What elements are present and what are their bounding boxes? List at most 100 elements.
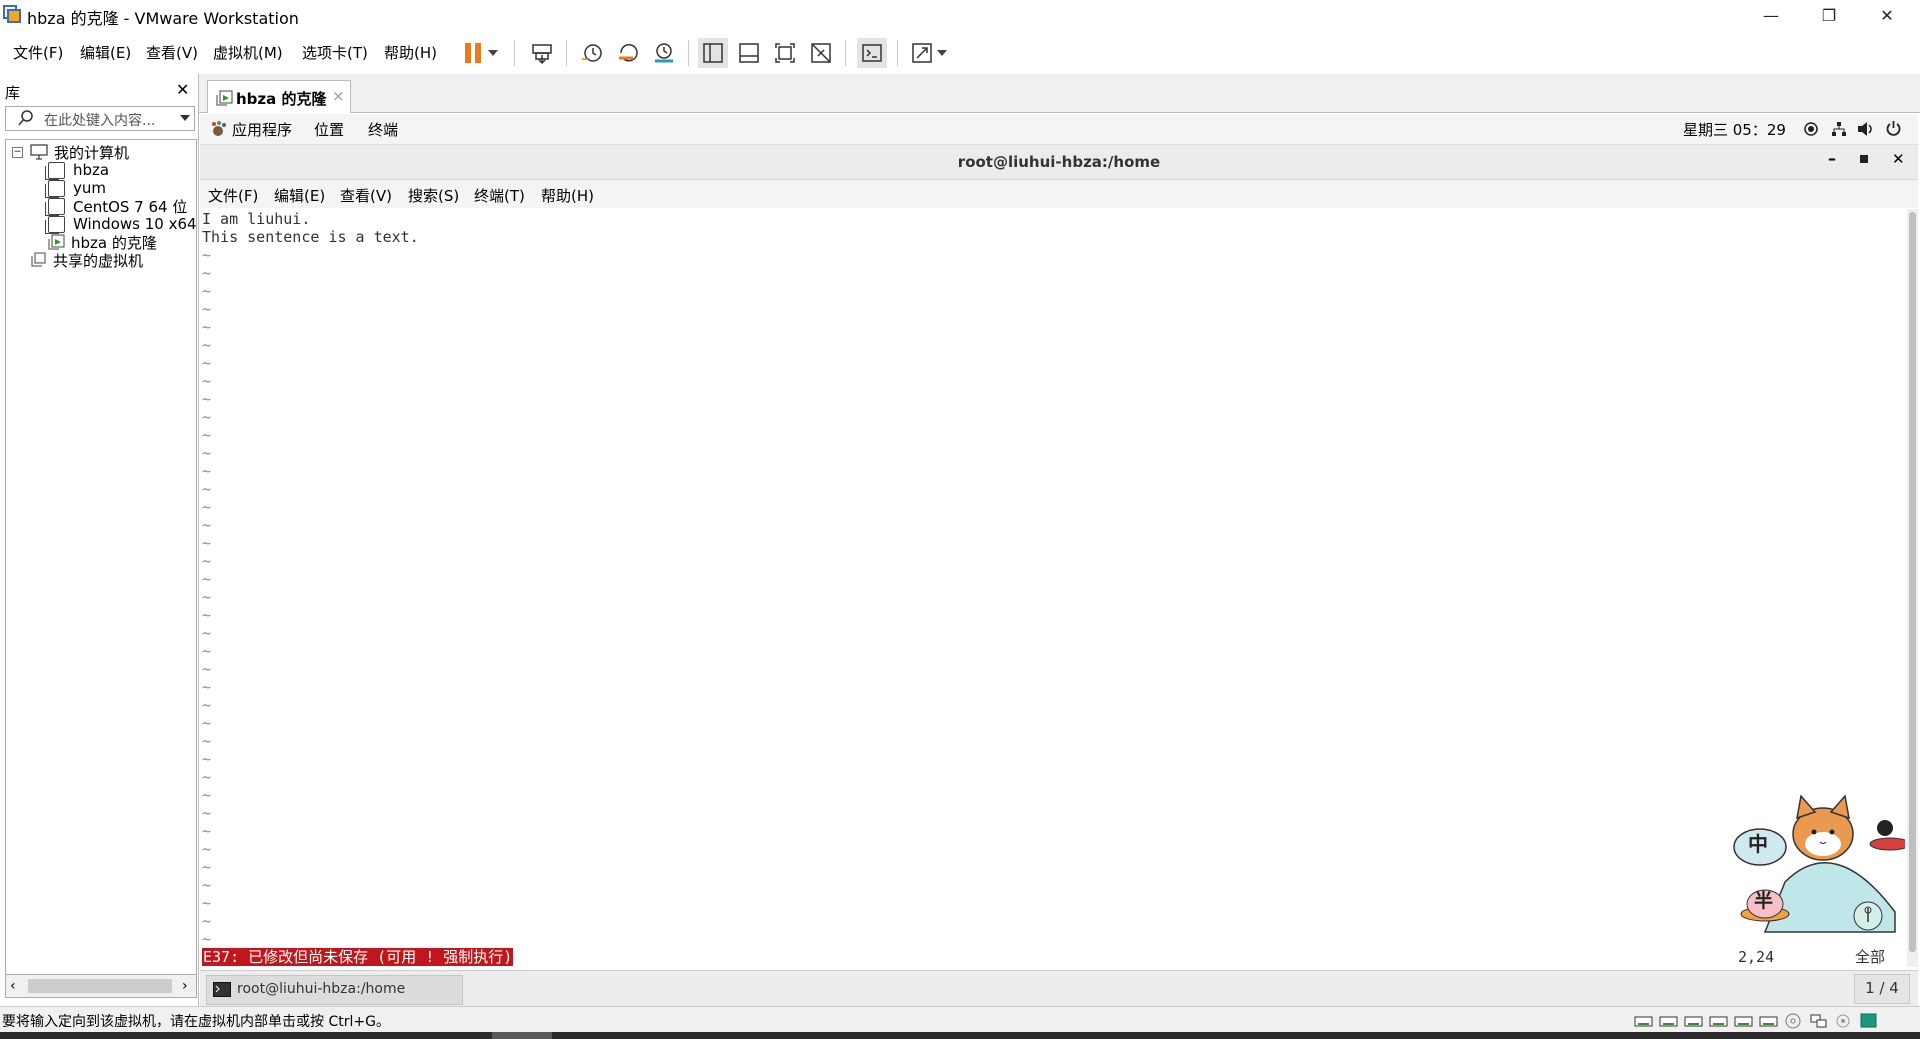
- scroll-right-icon[interactable]: ›: [182, 978, 188, 994]
- host-taskbar-edge: [0, 1032, 1920, 1039]
- gnome-foot-icon: [212, 121, 226, 136]
- terminal-menu-edit[interactable]: 编辑(E): [274, 185, 325, 206]
- menu-file[interactable]: 文件(F): [13, 42, 63, 63]
- vim-tilde-line: ~: [202, 552, 212, 570]
- power-icon[interactable]: [1885, 120, 1902, 137]
- terminal-close-button[interactable]: ✕: [1892, 150, 1905, 168]
- menu-edit[interactable]: 编辑(E): [80, 42, 131, 63]
- terminal-menu-file[interactable]: 文件(F): [208, 185, 258, 206]
- record-icon[interactable]: [1803, 121, 1819, 137]
- toolbar-separator: [688, 40, 689, 66]
- usb-icon[interactable]: [1834, 1012, 1853, 1030]
- vim-tilde-line: ~: [202, 732, 212, 750]
- snapshot-icon[interactable]: [577, 38, 607, 68]
- terminal-minimize-button[interactable]: –: [1828, 149, 1836, 168]
- vim-tilde-line: ~: [202, 606, 212, 624]
- guest-menu-apps[interactable]: 应用程序: [232, 119, 292, 140]
- scrollbar-thumb[interactable]: [28, 979, 172, 993]
- title-bar: hbza 的克隆 - VMware Workstation — ❐ ✕: [0, 0, 1920, 30]
- hard-disk-icon[interactable]: [1709, 1012, 1728, 1030]
- device-icons: [1634, 1012, 1878, 1030]
- vm-icon: [45, 179, 65, 198]
- library-close-icon[interactable]: ✕: [176, 80, 189, 99]
- terminal-menu-view[interactable]: 查看(V): [340, 185, 392, 206]
- menu-help[interactable]: 帮助(H): [384, 42, 437, 63]
- terminal-titlebar: root@liuhui-hbza:/home – ✕: [200, 145, 1918, 180]
- send-ctrl-alt-del-icon[interactable]: [527, 38, 557, 68]
- guest-menu-terminal[interactable]: 终端: [368, 119, 398, 140]
- vim-tilde-line: ~: [202, 912, 212, 930]
- message-icon[interactable]: [1859, 1012, 1878, 1030]
- hard-disk-icon[interactable]: [1659, 1012, 1678, 1030]
- vim-tilde-line: ~: [202, 246, 212, 264]
- vim-tilde-line: ~: [202, 858, 212, 876]
- vm-icon: [45, 215, 65, 234]
- menu-tabs[interactable]: 选项卡(T): [302, 42, 368, 63]
- menu-vm[interactable]: 虚拟机(M): [213, 42, 283, 63]
- library-view-icon[interactable]: [698, 38, 728, 68]
- window-title: hbza 的克隆 - VMware Workstation: [27, 9, 299, 28]
- terminal-menu-search[interactable]: 搜索(S): [408, 185, 459, 206]
- vim-tilde-line: ~: [202, 624, 212, 642]
- power-dropdown-arrow-icon[interactable]: [484, 38, 502, 68]
- library-title: 库: [5, 84, 21, 102]
- maximize-button[interactable]: ❐: [1800, 0, 1858, 30]
- minimize-button[interactable]: —: [1742, 0, 1800, 30]
- guest-clock[interactable]: 星期三 05：29: [1683, 119, 1786, 140]
- terminal-scrollbar[interactable]: [1907, 209, 1918, 967]
- vim-scroll-position: 全部: [1855, 948, 1886, 966]
- terminal-title: root@liuhui-hbza:/home: [957, 153, 1161, 171]
- scroll-left-icon[interactable]: ‹: [10, 978, 16, 994]
- vim-tilde-line: ~: [202, 696, 212, 714]
- close-button[interactable]: ✕: [1858, 0, 1916, 30]
- full-screen-icon[interactable]: [770, 38, 800, 68]
- workspace-switcher[interactable]: 1 / 4: [1854, 974, 1910, 1004]
- hard-disk-icon[interactable]: [1634, 1012, 1653, 1030]
- vim-tilde-line: ~: [202, 498, 212, 516]
- terminal-menu-help[interactable]: 帮助(H): [541, 185, 594, 206]
- hard-disk-icon[interactable]: [1759, 1012, 1778, 1030]
- menu-view[interactable]: 查看(V): [146, 42, 198, 63]
- vim-tilde-line: ~: [202, 588, 212, 606]
- ime-status-widget[interactable]: 中 半: [1725, 792, 1907, 942]
- vim-tilde-line: ~: [202, 354, 212, 372]
- chevron-down-icon[interactable]: [180, 115, 190, 121]
- console-view-icon[interactable]: [857, 38, 887, 68]
- revert-snapshot-icon[interactable]: [613, 38, 643, 68]
- library-horizontal-scrollbar[interactable]: ‹ ›: [5, 974, 197, 998]
- network-icon[interactable]: [1831, 121, 1847, 137]
- terminal-line: This sentence is a text.: [202, 228, 419, 246]
- stretch-dropdown-arrow-icon[interactable]: [933, 38, 951, 68]
- volume-icon[interactable]: [1857, 121, 1875, 137]
- terminal-menubar: 文件(F) 编辑(E) 查看(V) 搜索(S) 终端(T) 帮助(H): [200, 180, 1918, 208]
- vm-tab[interactable]: hbza 的克隆 ×: [207, 80, 351, 113]
- taskbar-item-terminal[interactable]: root@liuhui-hbza:/home: [206, 975, 463, 1005]
- library-search-input[interactable]: 在此处键入内容...: [5, 106, 195, 131]
- network-adapter-icon[interactable]: [1809, 1012, 1828, 1030]
- vim-tilde-line: ~: [202, 786, 212, 804]
- terminal-maximize-button[interactable]: [1860, 155, 1868, 163]
- vmware-logo-icon: [3, 5, 21, 23]
- vim-tilde-line: ~: [202, 840, 212, 858]
- terminal-menu-terminal[interactable]: 终端(T): [474, 185, 525, 206]
- vim-tilde-line: ~: [202, 282, 212, 300]
- vm-tab-close-icon[interactable]: ×: [332, 87, 345, 105]
- thumbnail-bar-icon[interactable]: [734, 38, 764, 68]
- vim-tilde-line: ~: [202, 750, 212, 768]
- vm-tab-strip: hbza 的克隆 ×: [199, 74, 1920, 113]
- tree-item-shared-vms[interactable]: 共享的虚拟机: [30, 249, 143, 271]
- snapshot-manager-icon[interactable]: [649, 38, 679, 68]
- vim-tilde-line: ~: [202, 570, 212, 588]
- terminal-scrollbar-thumb[interactable]: [1909, 212, 1916, 952]
- vim-status-message: E37: 已修改但尚未保存 (可用 ! 强制执行): [202, 948, 514, 966]
- tree-item-label: 共享的虚拟机: [53, 251, 144, 270]
- terminal-body[interactable]: I am liuhui. This sentence is a text. ~ ~…: [200, 209, 1907, 967]
- hard-disk-icon[interactable]: [1734, 1012, 1753, 1030]
- collapse-toggle-icon[interactable]: −: [12, 146, 23, 158]
- cd-icon[interactable]: [1784, 1012, 1803, 1030]
- vim-tilde-line: ~: [202, 336, 212, 354]
- guest-menu-places[interactable]: 位置: [314, 119, 344, 140]
- menu-toolbar: 文件(F) 编辑(E) 查看(V) 虚拟机(M) 选项卡(T) 帮助(H): [0, 30, 1920, 74]
- unity-icon[interactable]: [806, 38, 836, 68]
- hard-disk-icon[interactable]: [1684, 1012, 1703, 1030]
